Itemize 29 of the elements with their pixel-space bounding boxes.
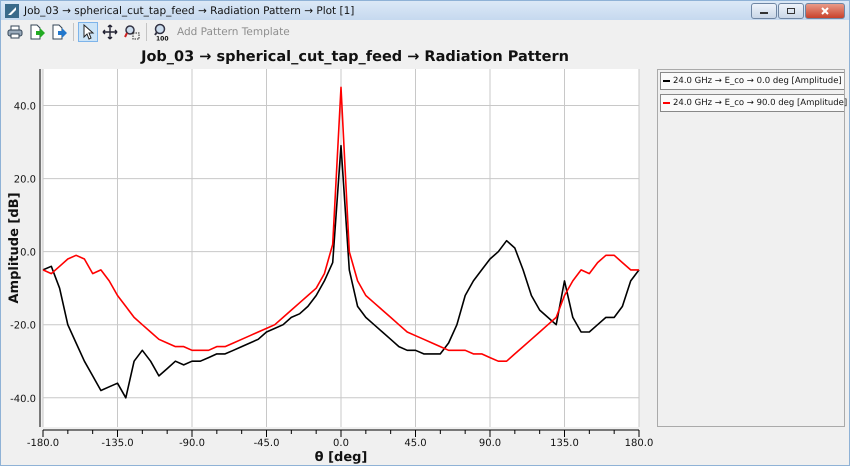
x-tick-label: 90.0 [478, 438, 502, 449]
close-icon [820, 6, 830, 14]
y-tick-label: 0.0 [20, 248, 36, 259]
close-button[interactable] [805, 2, 845, 18]
y-tick-label: 40.0 [14, 102, 36, 113]
x-tick-label: -45.0 [254, 438, 280, 449]
app-icon [5, 4, 19, 18]
x-tick-label: -135.0 [101, 438, 134, 449]
y-tick-label: -40.0 [10, 394, 36, 405]
legend-item[interactable]: 24.0 GHz → E_co → 0.0 deg [Amplitude] [660, 72, 844, 90]
x-tick-label: -90.0 [179, 438, 205, 449]
legend-item[interactable]: 24.0 GHz → E_co → 90.0 deg [Amplitude] [660, 94, 844, 112]
x-axis-label: θ [deg] [314, 450, 368, 465]
pan-button[interactable] [100, 22, 120, 42]
y-tick-label: -20.0 [10, 320, 36, 332]
maximize-icon [786, 6, 796, 14]
x-tick-label: 135.0 [550, 438, 579, 449]
legend-label: 24.0 GHz → E_co → 0.0 deg [Amplitude] [673, 76, 842, 86]
y-tick-label: 20.0 [14, 174, 36, 186]
x-tick-label: -180.0 [26, 438, 60, 449]
x-tick-label: 0.0 [333, 438, 349, 449]
window-title: Job_03 → spherical_cut_tap_feed → Radiation Pattern → Plot [1] [24, 4, 354, 16]
pointer-button[interactable] [78, 22, 98, 42]
x-tick-label: 180.0 [624, 438, 654, 449]
maximize-button[interactable] [778, 2, 804, 18]
chart-title: Job_03 → spherical_cut_tap_feed → Radiation Pattern [141, 49, 569, 65]
x-tick-label: 45.0 [404, 438, 427, 449]
minimize-button[interactable] [751, 2, 777, 18]
y-axis-label: Amplitude [dB] [7, 192, 22, 304]
